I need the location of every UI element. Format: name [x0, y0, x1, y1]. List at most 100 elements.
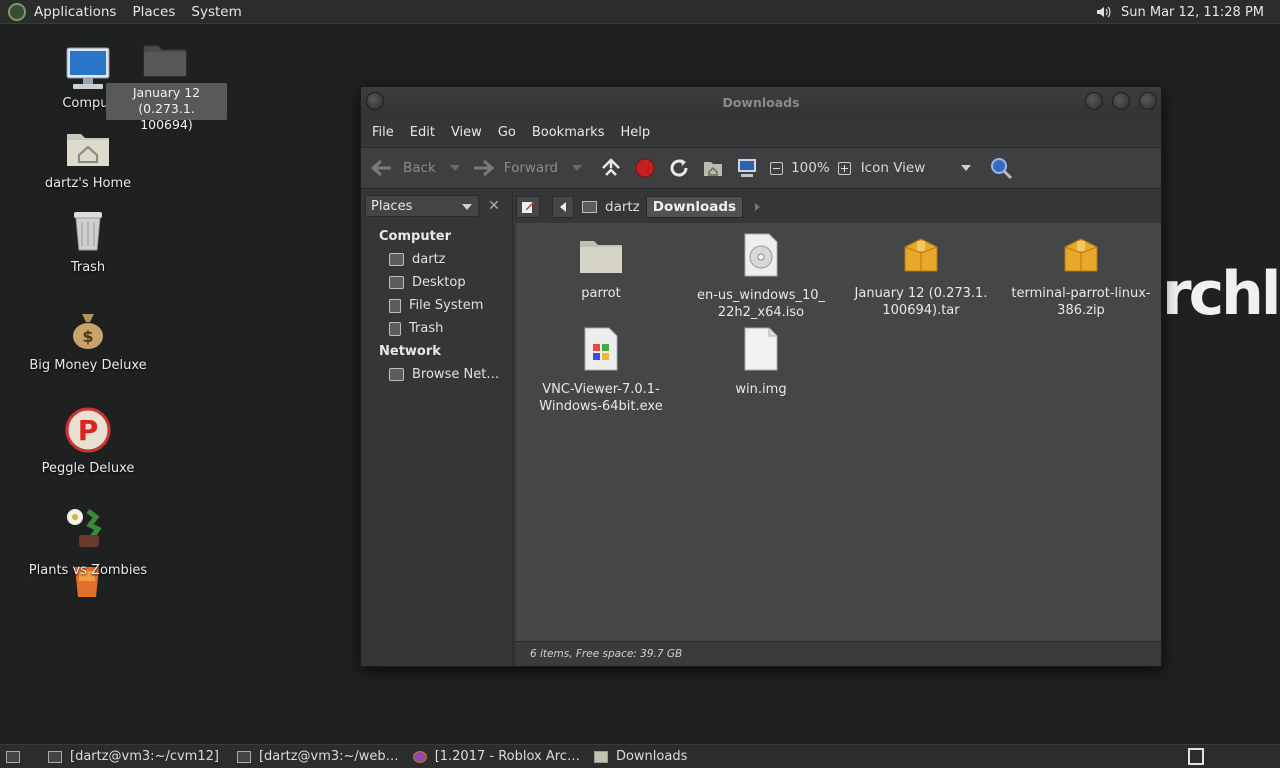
task-label: [dartz@vm3:~/cvm12]	[70, 749, 219, 764]
desktop-folder-icon	[389, 276, 404, 289]
volume-icon[interactable]	[1095, 4, 1111, 20]
sidebar-item-trash[interactable]: Trash	[389, 321, 443, 336]
back-arrow-icon	[371, 159, 391, 177]
path-scroll-left-button[interactable]	[552, 196, 574, 218]
file-item[interactable]: VNC-Viewer-7.0.1- Windows-64bit.exe	[526, 327, 676, 415]
menu-bookmarks[interactable]: Bookmarks	[524, 125, 613, 140]
back-dropdown-icon[interactable]	[449, 165, 460, 171]
sidebar: Places ✕ Computer dartz Desktop File Sys…	[361, 189, 513, 666]
close-button[interactable]	[1139, 92, 1157, 110]
sidebar-item-filesystem[interactable]: File System	[389, 298, 483, 313]
desktop-home-label: dartz's Home	[44, 176, 132, 191]
clock[interactable]: Sun Mar 12, 11:28 PM	[1111, 5, 1280, 20]
applications-menu[interactable]: Applications	[26, 0, 124, 24]
desktop-trash[interactable]: Trash	[23, 208, 153, 275]
zoom-in-icon[interactable]	[837, 161, 851, 175]
desktop-home[interactable]: dartz's Home	[23, 128, 153, 191]
sidebar-item-label: Browse Net…	[412, 367, 500, 382]
breadcrumb-dartz[interactable]: dartz	[576, 196, 646, 218]
menu-help[interactable]: Help	[612, 125, 658, 140]
places-dropdown-icon	[462, 204, 472, 210]
back-label: Back	[403, 160, 436, 176]
toggle-location-entry-button[interactable]	[516, 196, 540, 218]
taskbar-item-terminal-1[interactable]: [dartz@vm3:~/cvm12]	[42, 745, 227, 768]
sidebar-close-icon[interactable]: ✕	[483, 195, 505, 217]
workspace-switcher[interactable]	[1188, 748, 1204, 765]
zoom-level: 100%	[791, 160, 830, 176]
window-titlebar[interactable]: Downloads	[361, 87, 1161, 117]
icon-view[interactable]: parrot en-us_windows_10_ 22h2_x64.iso Ja…	[516, 223, 1161, 641]
taskbar-item-firefox[interactable]: [1.2017 - Roblox Arc…	[407, 745, 588, 768]
sidebar-item-label: Trash	[409, 321, 444, 336]
chevron-right-icon[interactable]	[755, 203, 761, 211]
menubar: File Edit View Go Bookmarks Help	[361, 117, 1161, 147]
file-item[interactable]: en-us_windows_10_ 22h2_x64.iso	[686, 233, 836, 321]
chevron-left-icon	[560, 202, 566, 212]
zoom-control[interactable]: 100%	[770, 160, 851, 176]
forward-button[interactable]: Forward	[472, 159, 583, 177]
file-name: en-us_windows_10_ 22h2_x64.iso	[696, 288, 826, 320]
sidebar-heading-computer: Computer	[379, 229, 452, 244]
file-item[interactable]: win.img	[686, 327, 836, 398]
taskbar-item-terminal-2[interactable]: [dartz@vm3:~/web…	[231, 745, 407, 768]
up-arrow-icon[interactable]	[600, 157, 622, 179]
reload-icon[interactable]	[668, 157, 690, 179]
peggle-icon: P	[65, 407, 111, 453]
window-title: Downloads	[722, 95, 800, 110]
view-mode-label: Icon View	[860, 160, 926, 176]
stop-icon[interactable]	[634, 157, 656, 179]
desktop-pvz[interactable]: Plants vs Zombies	[23, 505, 153, 607]
zoom-out-icon[interactable]	[770, 161, 784, 175]
forward-arrow-icon	[473, 159, 494, 177]
desktop-folder-january[interactable]	[100, 40, 230, 82]
task-label: [1.2017 - Roblox Arc…	[434, 749, 580, 764]
search-icon[interactable]	[989, 156, 1013, 180]
desktop-trash-label: Trash	[70, 260, 106, 275]
sidebar-item-desktop[interactable]: Desktop	[389, 275, 466, 290]
trash-icon	[74, 212, 102, 251]
back-button[interactable]: Back	[371, 159, 460, 177]
home-folder-icon	[582, 201, 597, 213]
sidebar-item-browse-network[interactable]: Browse Net…	[389, 367, 499, 382]
forward-label: Forward	[503, 160, 559, 176]
desktop-peggle-label: Peggle Deluxe	[41, 461, 135, 476]
view-mode-dropdown-icon	[961, 165, 972, 171]
file-name: VNC-Viewer-7.0.1- Windows-64bit.exe	[539, 382, 663, 414]
breadcrumb-downloads[interactable]: Downloads	[645, 196, 744, 218]
parrot-logo-icon[interactable]	[8, 2, 26, 21]
top-panel: Applications Places System Sun Mar 12, 1…	[0, 0, 1280, 24]
system-menu[interactable]: System	[183, 0, 249, 24]
toolbar: Back Forward 100% Icon View	[361, 147, 1161, 189]
taskbar-item-downloads[interactable]: Downloads	[588, 745, 695, 768]
menu-go[interactable]: Go	[490, 125, 524, 140]
wallpaper-text-white: rchl	[1162, 259, 1280, 329]
maximize-button[interactable]	[1112, 92, 1130, 110]
places-menu[interactable]: Places	[124, 0, 183, 24]
archive-icon	[1064, 238, 1098, 272]
forward-dropdown-icon[interactable]	[572, 165, 583, 171]
menu-file[interactable]: File	[364, 125, 402, 140]
desktop-big-money[interactable]: $ Big Money Deluxe	[23, 310, 153, 373]
file-item[interactable]: parrot	[526, 235, 676, 302]
menu-edit[interactable]: Edit	[402, 125, 443, 140]
desktop-tooltip: January 12 (0.273.1. 100694)	[106, 83, 227, 132]
show-desktop-left-button[interactable]	[0, 745, 26, 768]
computer-icon[interactable]	[736, 158, 758, 178]
file-manager-body: Places ✕ Computer dartz Desktop File Sys…	[361, 189, 1161, 666]
home-folder-icon	[67, 134, 109, 166]
svg-text:$: $	[82, 327, 93, 346]
money-bag-icon: $	[73, 314, 103, 349]
home-icon[interactable]	[702, 158, 724, 178]
file-item[interactable]: January 12 (0.273.1. 100694).tar	[846, 235, 996, 319]
drive-icon	[389, 298, 401, 313]
file-name: terminal-parrot-linux- 386.zip	[1011, 286, 1151, 318]
sidebar-type-select[interactable]: Places	[365, 195, 479, 217]
file-icon	[744, 327, 778, 371]
sidebar-item-dartz[interactable]: dartz	[389, 252, 445, 267]
file-item[interactable]: terminal-parrot-linux- 386.zip	[1006, 235, 1156, 319]
desktop-peggle[interactable]: P Peggle Deluxe	[23, 407, 153, 476]
menu-view[interactable]: View	[443, 125, 490, 140]
minimize-button[interactable]	[1085, 92, 1103, 110]
folder-icon	[593, 750, 608, 763]
view-mode-select[interactable]: Icon View	[861, 160, 972, 176]
